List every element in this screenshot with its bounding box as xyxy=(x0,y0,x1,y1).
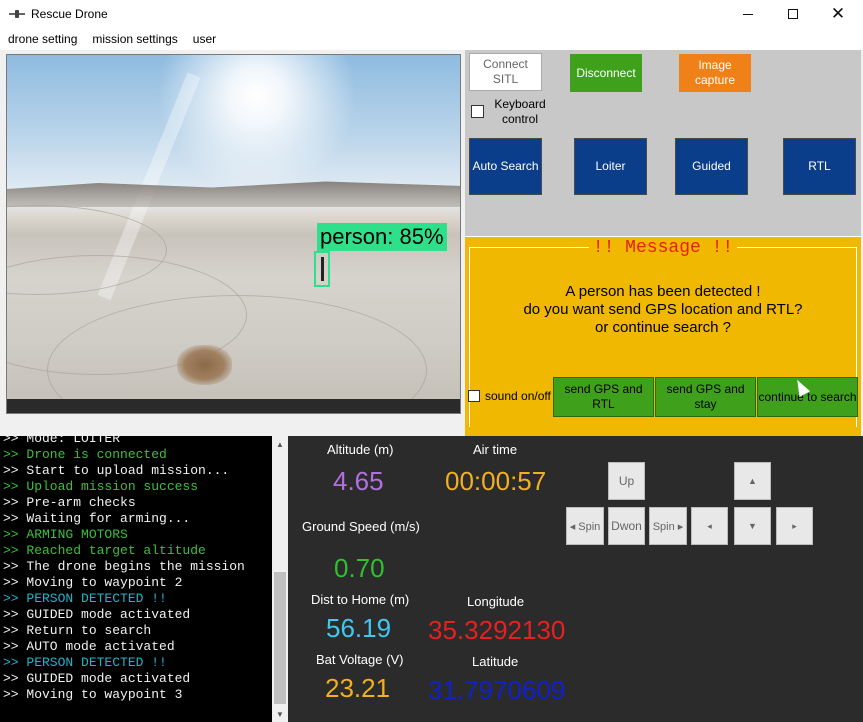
console-lines: >> Mode: LOITER >> Drone is connected >> S… xyxy=(3,436,273,703)
scroll-up-icon[interactable]: ▲ xyxy=(272,436,288,452)
loiter-button[interactable]: Loiter xyxy=(574,138,647,195)
message-body: A person has been detected ! do you want… xyxy=(465,283,861,337)
menu-drone-setting[interactable]: drone setting xyxy=(0,32,84,46)
minimize-icon xyxy=(743,13,753,15)
console-line: >> Pre-arm checks xyxy=(3,495,136,510)
console-line: >> Start to upload mission... xyxy=(3,463,230,478)
console-line: >> Return to search xyxy=(3,623,152,638)
console-line: >> GUIDED mode activated xyxy=(3,671,191,686)
telemetry-panel: Altitude (m) 4.65 Air time 00:00:57 Grou… xyxy=(288,436,863,722)
arrow-down-icon: ▼ xyxy=(748,521,757,531)
console-line: >> GUIDED mode activated xyxy=(3,607,191,622)
spin-right-button[interactable]: Spin ▸ xyxy=(649,507,687,545)
console-line: >> PERSON DETECTED !! xyxy=(3,655,167,670)
guided-button[interactable]: Guided xyxy=(675,138,748,195)
control-panel: Connect SITL Disconnect Image capture Ke… xyxy=(465,50,861,236)
message-title: !! Message !! xyxy=(588,238,738,258)
drone-icon xyxy=(9,9,25,19)
arrow-left-icon: ◂ xyxy=(707,520,712,531)
image-capture-button[interactable]: Image capture xyxy=(679,54,751,92)
keyboard-control-label: Keyboard control xyxy=(494,97,546,126)
latitude-label: Latitude xyxy=(472,654,519,669)
console-line: >> Reached target altitude xyxy=(3,543,206,558)
console-scrollbar[interactable]: ▲ ▼ xyxy=(272,436,288,722)
rtl-button[interactable]: RTL xyxy=(783,138,856,195)
scroll-thumb[interactable] xyxy=(274,572,286,704)
sound-label: sound on/off xyxy=(485,389,551,403)
console-line: >> Mode: LOITER xyxy=(3,436,121,446)
console-line: >> AUTO mode activated xyxy=(3,639,175,654)
dist-home-label: Dist to Home (m) xyxy=(311,592,410,607)
console-line: >> Moving to waypoint 3 xyxy=(3,687,183,702)
video-bottom-strip xyxy=(7,399,460,413)
continue-search-button[interactable]: continue to search xyxy=(757,377,858,417)
message-line-2: do you want send GPS location and RTL? xyxy=(523,301,803,318)
connect-sitl-label: Connect SITL xyxy=(483,57,528,86)
backward-button[interactable]: ▼ xyxy=(734,507,771,545)
window-title: Rescue Drone xyxy=(31,7,108,21)
longitude-value: 35.3292130 xyxy=(428,615,566,645)
altitude-value: 4.65 xyxy=(333,466,384,496)
forward-button[interactable]: ▲ xyxy=(734,462,771,500)
image-capture-label: Image capture xyxy=(694,58,736,87)
message-line-3: or continue search ? xyxy=(595,319,731,336)
menu-user[interactable]: user xyxy=(185,32,223,46)
ground-speed-value: 0.70 xyxy=(334,553,385,583)
title-bar: Rescue Drone ✕ xyxy=(0,0,863,28)
console-line: >> Upload mission success xyxy=(3,479,199,494)
keyboard-control-row: Keyboard control xyxy=(471,97,550,127)
message-title-row: !! Message !! xyxy=(465,238,861,258)
detection-label: person: 85% xyxy=(317,223,447,251)
maximize-icon xyxy=(788,9,798,19)
console-line: >> PERSON DETECTED !! xyxy=(3,591,167,606)
ground-speed-label: Ground Speed (m/s) xyxy=(302,519,420,534)
bat-voltage-label: Bat Voltage (V) xyxy=(316,652,404,667)
dist-home-value: 56.19 xyxy=(326,613,392,643)
bat-voltage-value: 23.21 xyxy=(325,673,391,703)
altitude-label: Altitude (m) xyxy=(327,442,394,457)
console-line: >> The drone begins the mission xyxy=(3,559,245,574)
minimize-button[interactable] xyxy=(725,0,771,28)
message-line-1: A person has been detected ! xyxy=(565,283,761,300)
spin-left-button[interactable]: ◂ Spin xyxy=(566,507,604,545)
detection-box xyxy=(314,251,330,287)
latitude-value: 31.7970609 xyxy=(428,675,566,705)
up-button[interactable]: Up xyxy=(608,462,645,500)
console-line: >> Drone is connected xyxy=(3,447,167,462)
sound-toggle-row: sound on/off xyxy=(468,389,551,403)
connect-sitl-button[interactable]: Connect SITL xyxy=(469,53,542,91)
scroll-down-icon[interactable]: ▼ xyxy=(272,706,288,722)
air-time-label: Air time xyxy=(473,442,518,457)
message-panel: !! Message !! A person has been detected… xyxy=(465,236,861,436)
down-button[interactable]: Dwon xyxy=(608,507,645,545)
console-line: >> Moving to waypoint 2 xyxy=(3,575,183,590)
longitude-label: Longitude xyxy=(467,594,525,609)
arrow-up-icon: ▲ xyxy=(748,476,757,486)
air-time-value: 00:00:57 xyxy=(445,466,547,496)
close-icon: ✕ xyxy=(830,4,846,23)
close-button[interactable]: ✕ xyxy=(815,0,861,28)
menu-mission-settings[interactable]: mission settings xyxy=(84,32,184,46)
right-button[interactable]: ▸ xyxy=(776,507,813,545)
camera-feed: person: 85% xyxy=(6,54,461,414)
disconnect-button[interactable]: Disconnect xyxy=(570,54,642,92)
maximize-button[interactable] xyxy=(770,0,816,28)
keyboard-control-checkbox[interactable] xyxy=(471,105,484,118)
auto-search-button[interactable]: Auto Search xyxy=(469,138,542,195)
sound-checkbox[interactable] xyxy=(468,390,480,402)
dirt-patch xyxy=(177,345,232,385)
console-log: >> Mode: LOITER >> Drone is connected >> S… xyxy=(0,436,288,722)
console-line: >> ARMING MOTORS xyxy=(3,527,128,542)
send-gps-stay-button[interactable]: send GPS and stay xyxy=(655,377,756,417)
console-line: >> Waiting for arming... xyxy=(3,511,191,526)
arrow-right-icon: ▸ xyxy=(792,520,797,531)
left-button[interactable]: ◂ xyxy=(691,507,728,545)
send-gps-rtl-button[interactable]: send GPS and RTL xyxy=(553,377,654,417)
menu-bar: drone setting mission settings user xyxy=(0,28,863,50)
